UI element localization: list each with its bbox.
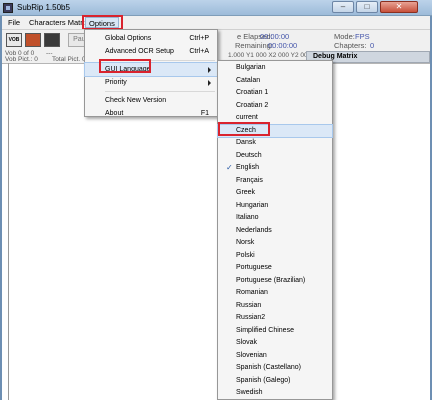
lang-portuguese[interactable]: Portuguese [218, 262, 332, 275]
menu-file[interactable]: File [5, 17, 23, 28]
lang-label: Français [236, 176, 263, 184]
lang-current[interactable]: current [218, 112, 332, 125]
coords-readout: 1.000 Y1 000 X2 000 Y2 000 [228, 52, 312, 59]
lang-portuguese-brazilian[interactable]: Portuguese (Brazilian) [218, 275, 332, 288]
lang-russian2[interactable]: Russian2 [218, 312, 332, 325]
lang-italiano[interactable]: Italiano [218, 212, 332, 225]
lang-label: Spanish (Galego) [236, 376, 291, 384]
close-button[interactable]: ✕ [380, 1, 418, 13]
film-icon[interactable] [25, 33, 41, 47]
lang-label: Norsk [236, 239, 255, 246]
time-elapsed-value: 00:00:00 [260, 32, 290, 41]
lang-label: Croatian 2 [236, 101, 269, 109]
lang-francais[interactable]: Français [218, 175, 332, 188]
lang-english[interactable]: ✓ English [218, 162, 332, 175]
mode-value: FPS [355, 32, 370, 41]
chapters-value: 0 [370, 41, 375, 50]
lang-dansk[interactable]: Dansk [218, 137, 332, 150]
checkmark-icon: ✓ [226, 163, 233, 172]
title-bar: SubRip 1.50b5 – □ ✕ [0, 0, 432, 16]
check-new-version-label: Check New Version [105, 97, 167, 104]
language-submenu: Bulgarian Catalan Croatian 1 Croatian 2 … [217, 60, 333, 400]
lang-catalan[interactable]: Catalan [218, 75, 332, 88]
global-options-label: Global Options [105, 35, 152, 42]
lang-label: Dansk [236, 139, 256, 146]
menu-separator [105, 60, 215, 61]
time-remaining-value: 00:00:00 [268, 41, 298, 50]
app-icon [3, 3, 13, 13]
left-divider [8, 63, 9, 400]
lang-label: Polski [236, 251, 255, 259]
lang-norsk[interactable]: Norsk [218, 237, 332, 250]
lang-label: Czech [236, 126, 256, 134]
menu-characters-matrix[interactable]: Characters Matrix [26, 17, 91, 28]
gui-language-label: GUI Language [105, 66, 151, 73]
chapters-label: Chapters: [334, 41, 367, 50]
matrix-icon[interactable] [44, 33, 60, 47]
lang-label: Slovenian [236, 351, 267, 359]
global-options-shortcut: Ctrl+P [189, 35, 209, 42]
lang-hungarian[interactable]: Hungarian [218, 200, 332, 213]
lang-spanish-castellano[interactable]: Spanish (Castellano) [218, 362, 332, 375]
submenu-arrow-icon [208, 67, 211, 73]
advanced-ocr-label: Advanced OCR Setup [105, 48, 174, 55]
lang-romanian[interactable]: Romanian [218, 287, 332, 300]
lang-label: Catalan [236, 76, 261, 84]
lang-nederlands[interactable]: Nederlands [218, 225, 332, 238]
menu-item-advanced-ocr[interactable]: Advanced OCR Setup Ctrl+A [85, 45, 217, 58]
menu-separator [105, 91, 215, 92]
open-vob-icon[interactable]: VOB [6, 33, 22, 47]
lang-label: Simplified Chinese [236, 326, 294, 334]
lang-label: Romanian [236, 289, 268, 296]
lang-label: Croatian 1 [236, 89, 269, 96]
priority-label: Priority [105, 79, 127, 86]
lang-label: Portuguese [236, 264, 272, 271]
lang-label: Hungarian [236, 201, 269, 209]
lang-simplified-chinese[interactable]: Simplified Chinese [218, 325, 332, 338]
lang-croatian-2[interactable]: Croatian 2 [218, 100, 332, 113]
menu-item-about[interactable]: About F1 [85, 107, 217, 120]
menu-item-priority[interactable]: Priority [85, 76, 217, 89]
options-menu: Global Options Ctrl+P Advanced OCR Setup… [84, 29, 218, 117]
menu-item-global-options[interactable]: Global Options Ctrl+P [85, 32, 217, 45]
lang-slovak[interactable]: Slovak [218, 337, 332, 350]
menu-item-check-new-version[interactable]: Check New Version [85, 94, 217, 107]
menu-item-gui-language[interactable]: GUI Language [84, 62, 218, 77]
lang-polski[interactable]: Polski [218, 250, 332, 263]
lang-label: Deutsch [236, 151, 262, 159]
menu-options[interactable]: Options [85, 17, 119, 28]
lang-label: Greek [236, 189, 256, 196]
lang-label: Spanish (Castellano) [236, 364, 301, 371]
lang-label: Nederlands [236, 226, 272, 234]
about-label: About [105, 110, 124, 117]
lang-greek[interactable]: Greek [218, 187, 332, 200]
submenu-arrow-icon [208, 80, 211, 86]
lang-label: Bulgarian [236, 64, 266, 71]
lang-label: English [236, 164, 259, 171]
lang-czech[interactable]: Czech [217, 123, 333, 138]
lang-bulgarian[interactable]: Bulgarian [218, 62, 332, 75]
lang-label: current [236, 114, 258, 121]
menu-bar: File Characters Matrix Options [2, 16, 430, 29]
about-shortcut: F1 [200, 110, 209, 117]
lang-label: Swedish [236, 389, 263, 396]
lang-spanish-galego[interactable]: Spanish (Galego) [218, 375, 332, 388]
mode-label: Mode: [334, 32, 355, 41]
lang-label: Russian2 [236, 314, 266, 321]
vob-pict: Vob Pict.: 0 [5, 56, 38, 63]
lang-label: Portuguese (Brazilian) [236, 276, 306, 284]
total-pict: Total Pict. 0 [52, 56, 86, 63]
lang-russian[interactable]: Russian [218, 300, 332, 313]
lang-deutsch[interactable]: Deutsch [218, 150, 332, 163]
advanced-ocr-shortcut: Ctrl+A [189, 48, 209, 55]
lang-label: Russian [236, 301, 262, 309]
lang-swedish[interactable]: Swedish [218, 387, 332, 400]
lang-label: Italiano [236, 214, 259, 221]
lang-label: Slovak [236, 339, 258, 346]
window-title: SubRip 1.50b5 [17, 3, 70, 12]
lang-croatian-1[interactable]: Croatian 1 [218, 87, 332, 100]
lang-slovenian[interactable]: Slovenian [218, 350, 332, 363]
maximize-button[interactable]: □ [356, 1, 378, 13]
minimize-button[interactable]: – [332, 1, 354, 13]
